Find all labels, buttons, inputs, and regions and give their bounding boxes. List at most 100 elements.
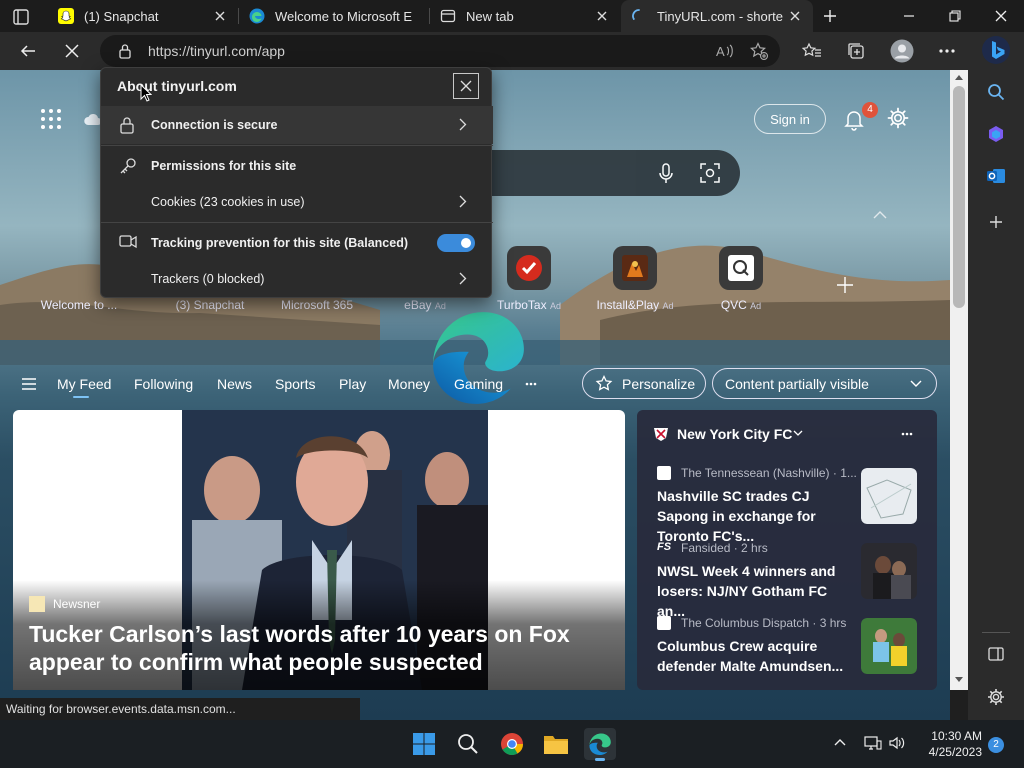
tab-bar: (1) Snapchat Welcome to Microsoft E New … (0, 0, 1024, 32)
news-item[interactable]: The Tennessean (Nashville) · 1... Nashvi… (657, 466, 932, 544)
sidebar-hide-icon[interactable] (982, 640, 1010, 668)
collections-button[interactable] (841, 36, 871, 66)
page-settings-gear-icon[interactable] (887, 107, 909, 129)
bing-chat-button[interactable] (980, 34, 1012, 66)
tab-title: New tab (466, 8, 514, 24)
chrome-icon[interactable] (496, 728, 528, 760)
quick-link-label: Microsoft 365 (280, 298, 354, 312)
show-hidden-icons-chevron-icon[interactable] (834, 738, 846, 746)
taskbar-search-icon[interactable] (452, 728, 484, 760)
sign-in-button[interactable]: Sign in (754, 104, 826, 134)
feed-tab-gaming[interactable]: Gaming (454, 376, 503, 392)
tab-welcome-microsoft-edge[interactable]: Welcome to Microsoft E (239, 0, 429, 32)
personalize-button[interactable]: Personalize (582, 368, 706, 399)
close-tab-icon[interactable] (208, 4, 232, 28)
volume-icon[interactable] (888, 735, 906, 751)
news-headline[interactable]: NWSL Week 4 winners and losers: NJ/NY Go… (657, 561, 855, 621)
sidebar-outlook-icon[interactable] (982, 162, 1010, 190)
notification-center-badge[interactable]: 2 (988, 737, 1004, 753)
news-item[interactable]: FS Fansided · 2 hrs NWSL Week 4 winners … (657, 541, 932, 619)
cookies-row[interactable]: Cookies (23 cookies in use) (101, 183, 493, 221)
favorites-button[interactable] (797, 36, 827, 66)
profile-avatar[interactable] (887, 36, 917, 66)
add-favorite-icon[interactable] (750, 42, 768, 60)
add-quick-link-icon[interactable] (836, 276, 854, 294)
page-scrollbar[interactable] (950, 70, 968, 690)
scrollbar-thumb[interactable] (953, 86, 965, 308)
quick-link-install-play[interactable]: Install&Play Ad (580, 246, 690, 312)
sidebar-settings-icon[interactable] (982, 683, 1010, 711)
feed-tab-my-feed[interactable]: My Feed (57, 376, 111, 392)
collapse-chevron-up-icon[interactable] (873, 210, 887, 219)
url-text[interactable]: https://tinyurl.com/app (148, 43, 285, 59)
connection-secure-row[interactable]: Connection is secure (101, 106, 493, 144)
system-clock[interactable]: 10:30 AM 4/25/2023 (920, 728, 982, 760)
scroll-up-arrow-icon[interactable] (954, 74, 964, 81)
new-tab-button[interactable] (814, 0, 846, 32)
team-name[interactable]: New York City FC (677, 426, 792, 442)
apps-grid-icon[interactable] (40, 108, 62, 130)
columbus-dispatch-logo-icon (657, 616, 671, 630)
clock-date: 4/25/2023 (928, 745, 982, 759)
edge-icon (249, 8, 265, 24)
install-play-icon (613, 246, 657, 290)
scroll-down-arrow-icon[interactable] (954, 676, 964, 683)
read-aloud-icon[interactable]: A (716, 43, 734, 59)
tab-new-tab[interactable]: New tab (430, 0, 620, 32)
menu-hamburger-icon[interactable] (22, 378, 36, 390)
restore-button[interactable] (932, 0, 978, 32)
close-tab-icon[interactable] (783, 4, 807, 28)
close-tab-icon[interactable] (590, 4, 614, 28)
minimize-button[interactable] (886, 0, 932, 32)
sidebar-add-icon[interactable] (982, 208, 1010, 236)
voice-search-icon[interactable] (658, 163, 674, 185)
sidebar-search-icon[interactable] (982, 78, 1010, 106)
svg-text:A: A (716, 44, 725, 59)
sidebar-copilot-icon[interactable] (982, 120, 1010, 148)
tab-snapchat[interactable]: (1) Snapchat (48, 0, 238, 32)
notification-count-badge: 4 (862, 102, 878, 118)
tracking-prevention-toggle[interactable] (437, 234, 475, 252)
close-popup-button[interactable] (453, 73, 479, 99)
address-bar[interactable]: https://tinyurl.com/app A (100, 35, 780, 67)
feed-tab-sports[interactable]: Sports (275, 376, 315, 392)
content-visibility-dropdown[interactable]: Content partially visible (712, 368, 937, 399)
content-visibility-label: Content partially visible (725, 375, 869, 392)
personalize-label: Personalize (622, 375, 696, 392)
hero-headline[interactable]: Tucker Carlson’s last words after 10 yea… (29, 620, 589, 676)
trackers-row[interactable]: Trackers (0 blocked) (101, 260, 493, 298)
hero-news-card[interactable]: Newsner Tucker Carlson’s last words afte… (13, 410, 625, 690)
news-headline[interactable]: Nashville SC trades CJ Sapong in exchang… (657, 486, 855, 546)
more-tabs-icon[interactable] (525, 382, 537, 386)
settings-and-more-button[interactable] (932, 36, 962, 66)
tracking-prevention-icon (119, 234, 139, 252)
chevron-right-icon (459, 195, 467, 208)
tab-actions-icon[interactable] (10, 6, 32, 28)
more-options-icon[interactable] (901, 432, 913, 436)
file-explorer-icon[interactable] (540, 728, 572, 760)
feed-tab-money[interactable]: Money (388, 376, 430, 392)
cookies-label: Cookies (23 cookies in use) (151, 195, 305, 209)
feed-tab-news[interactable]: News (217, 376, 252, 392)
key-icon (119, 157, 139, 175)
lock-icon[interactable] (118, 43, 132, 59)
quick-link-label: Install&Play (596, 298, 660, 312)
visual-search-icon[interactable] (700, 163, 720, 183)
web-search-box[interactable] (470, 150, 740, 196)
feed-nav: My Feed Following News Sports Play Money… (0, 368, 950, 402)
edge-taskbar-icon[interactable] (584, 728, 616, 761)
feed-tab-play[interactable]: Play (339, 376, 366, 392)
chevron-down-icon[interactable] (793, 430, 803, 437)
chevron-right-icon (459, 118, 467, 131)
network-icon[interactable] (864, 735, 882, 751)
feed-tab-following[interactable]: Following (134, 376, 193, 392)
news-item[interactable]: The Columbus Dispatch · 3 hrs Columbus C… (657, 616, 932, 686)
tab-tinyurl[interactable]: TinyURL.com - shorten (621, 0, 813, 32)
quick-link-qvc[interactable]: QVC Ad (686, 246, 796, 312)
stop-loading-button[interactable] (57, 36, 87, 66)
close-window-button[interactable] (978, 0, 1024, 32)
start-button[interactable] (408, 728, 440, 760)
news-headline[interactable]: Columbus Crew acquire defender Malte Amu… (657, 636, 855, 676)
back-button[interactable] (13, 36, 43, 66)
status-bar: Waiting for browser.events.data.msn.com.… (0, 698, 360, 720)
